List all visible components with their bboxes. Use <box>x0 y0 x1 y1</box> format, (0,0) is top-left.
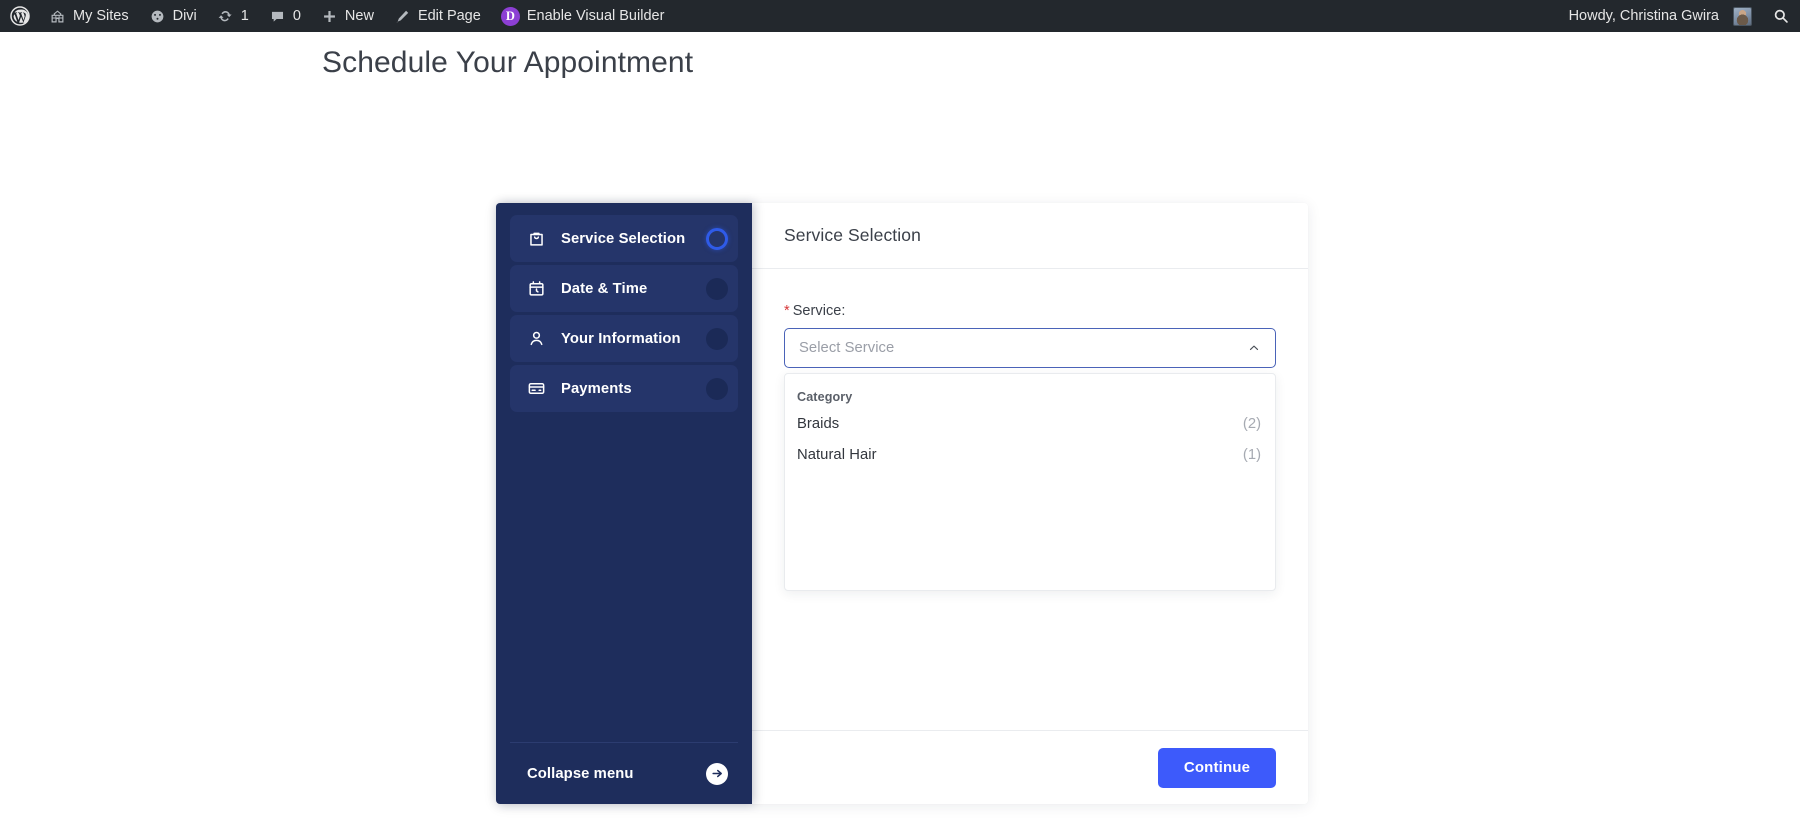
service-dropdown-list[interactable]: Category Braids (2) Natural Hair (1) <box>784 373 1276 591</box>
admin-bar-item-label: My Sites <box>73 8 129 24</box>
admin-bar-item-new[interactable]: New <box>311 0 384 32</box>
service-label-text: Service: <box>792 303 846 319</box>
dropdown-option-count: (1) <box>1242 446 1261 463</box>
collapse-menu-label: Collapse menu <box>527 765 634 782</box>
wordpress-logo-button[interactable] <box>0 0 39 32</box>
calendar-clock-icon <box>527 279 546 298</box>
step-indicator-active <box>706 227 728 250</box>
list-item[interactable]: Natural Hair (1) <box>785 439 1275 470</box>
comment-bubble-icon <box>269 8 286 25</box>
pencil-icon <box>394 8 411 25</box>
sidebar-item-service-selection[interactable]: Service Selection <box>510 215 738 262</box>
booking-widget: Service Selection Date & Time Your Infor… <box>496 203 1308 804</box>
service-select[interactable]: Select Service <box>784 328 1276 368</box>
collapse-menu-button[interactable]: Collapse menu <box>510 742 738 804</box>
admin-bar-greeting: Howdy, Christina Gwira <box>1568 8 1719 24</box>
admin-bar-item-comments[interactable]: 0 <box>259 0 311 32</box>
booking-sidebar: Service Selection Date & Time Your Infor… <box>496 203 752 804</box>
admin-bar-left-group: My Sites Divi 1 0 New Edit Page D Enable… <box>0 0 674 32</box>
updates-refresh-icon <box>217 8 234 25</box>
panel-title: Service Selection <box>784 225 921 245</box>
comments-count: 0 <box>292 8 301 24</box>
dropdown-option-name: Braids <box>797 415 840 432</box>
dropdown-group-header: Category <box>797 390 853 404</box>
service-select-placeholder: Select Service <box>799 340 895 356</box>
dropdown-option-count: (2) <box>1242 415 1261 432</box>
divi-speedometer-icon <box>149 8 166 25</box>
sidebar-item-your-information[interactable]: Your Information <box>510 315 738 362</box>
admin-bar-search-button[interactable] <box>1762 0 1800 32</box>
step-list: Service Selection Date & Time Your Infor… <box>510 215 738 412</box>
admin-bar-item-my-sites[interactable]: My Sites <box>39 0 139 32</box>
required-marker: * <box>784 303 790 319</box>
shopping-bag-icon <box>527 229 546 248</box>
sidebar-item-label: Your Information <box>561 330 681 347</box>
booking-panel: Service Selection * Service: Select Servi… <box>752 203 1308 804</box>
admin-bar-item-divi[interactable]: Divi <box>139 0 207 32</box>
admin-bar-right-group: Howdy, Christina Gwira <box>1559 0 1800 32</box>
wordpress-logo-icon <box>10 6 30 26</box>
admin-bar-item-label: Divi <box>172 8 197 24</box>
sidebar-item-label: Date & Time <box>561 280 648 297</box>
panel-body: * Service: Select Service Category Braids… <box>752 269 1308 730</box>
panel-header: Service Selection <box>752 203 1308 269</box>
admin-bar-item-label: Enable Visual Builder <box>526 8 665 24</box>
person-icon <box>527 329 546 348</box>
credit-card-icon <box>527 379 546 398</box>
sidebar-item-date-time[interactable]: Date & Time <box>510 265 738 312</box>
chevron-up-icon[interactable] <box>1247 341 1261 355</box>
step-indicator <box>706 327 728 350</box>
plus-icon <box>321 8 338 25</box>
sidebar-item-label: Payments <box>561 380 632 397</box>
network-sites-icon <box>49 8 66 25</box>
sidebar-item-payments[interactable]: Payments <box>510 365 738 412</box>
admin-bar-item-updates[interactable]: 1 <box>207 0 259 32</box>
page-title: Schedule Your Appointment <box>322 46 694 79</box>
search-icon <box>1772 7 1790 25</box>
wp-admin-bar: My Sites Divi 1 0 New Edit Page D Enable… <box>0 0 1800 32</box>
step-indicator <box>706 277 728 300</box>
updates-count: 1 <box>240 8 249 24</box>
admin-bar-item-edit-page[interactable]: Edit Page <box>384 0 491 32</box>
admin-bar-item-label: New <box>344 8 374 24</box>
sidebar-item-label: Service Selection <box>561 230 686 247</box>
arrow-right-circle-icon <box>706 762 728 785</box>
panel-footer: Continue <box>752 730 1308 804</box>
step-indicator <box>706 377 728 400</box>
continue-button[interactable]: Continue <box>1158 747 1276 788</box>
list-item[interactable]: Braids (2) <box>785 408 1275 439</box>
admin-bar-my-account[interactable]: Howdy, Christina Gwira <box>1559 0 1762 32</box>
divi-badge-icon: D <box>500 6 520 26</box>
admin-bar-item-label: Edit Page <box>417 8 481 24</box>
avatar <box>1733 6 1752 26</box>
service-field-label: * Service: <box>784 303 1276 319</box>
admin-bar-item-enable-visual-builder[interactable]: D Enable Visual Builder <box>491 0 675 32</box>
dropdown-option-name: Natural Hair <box>797 446 877 463</box>
